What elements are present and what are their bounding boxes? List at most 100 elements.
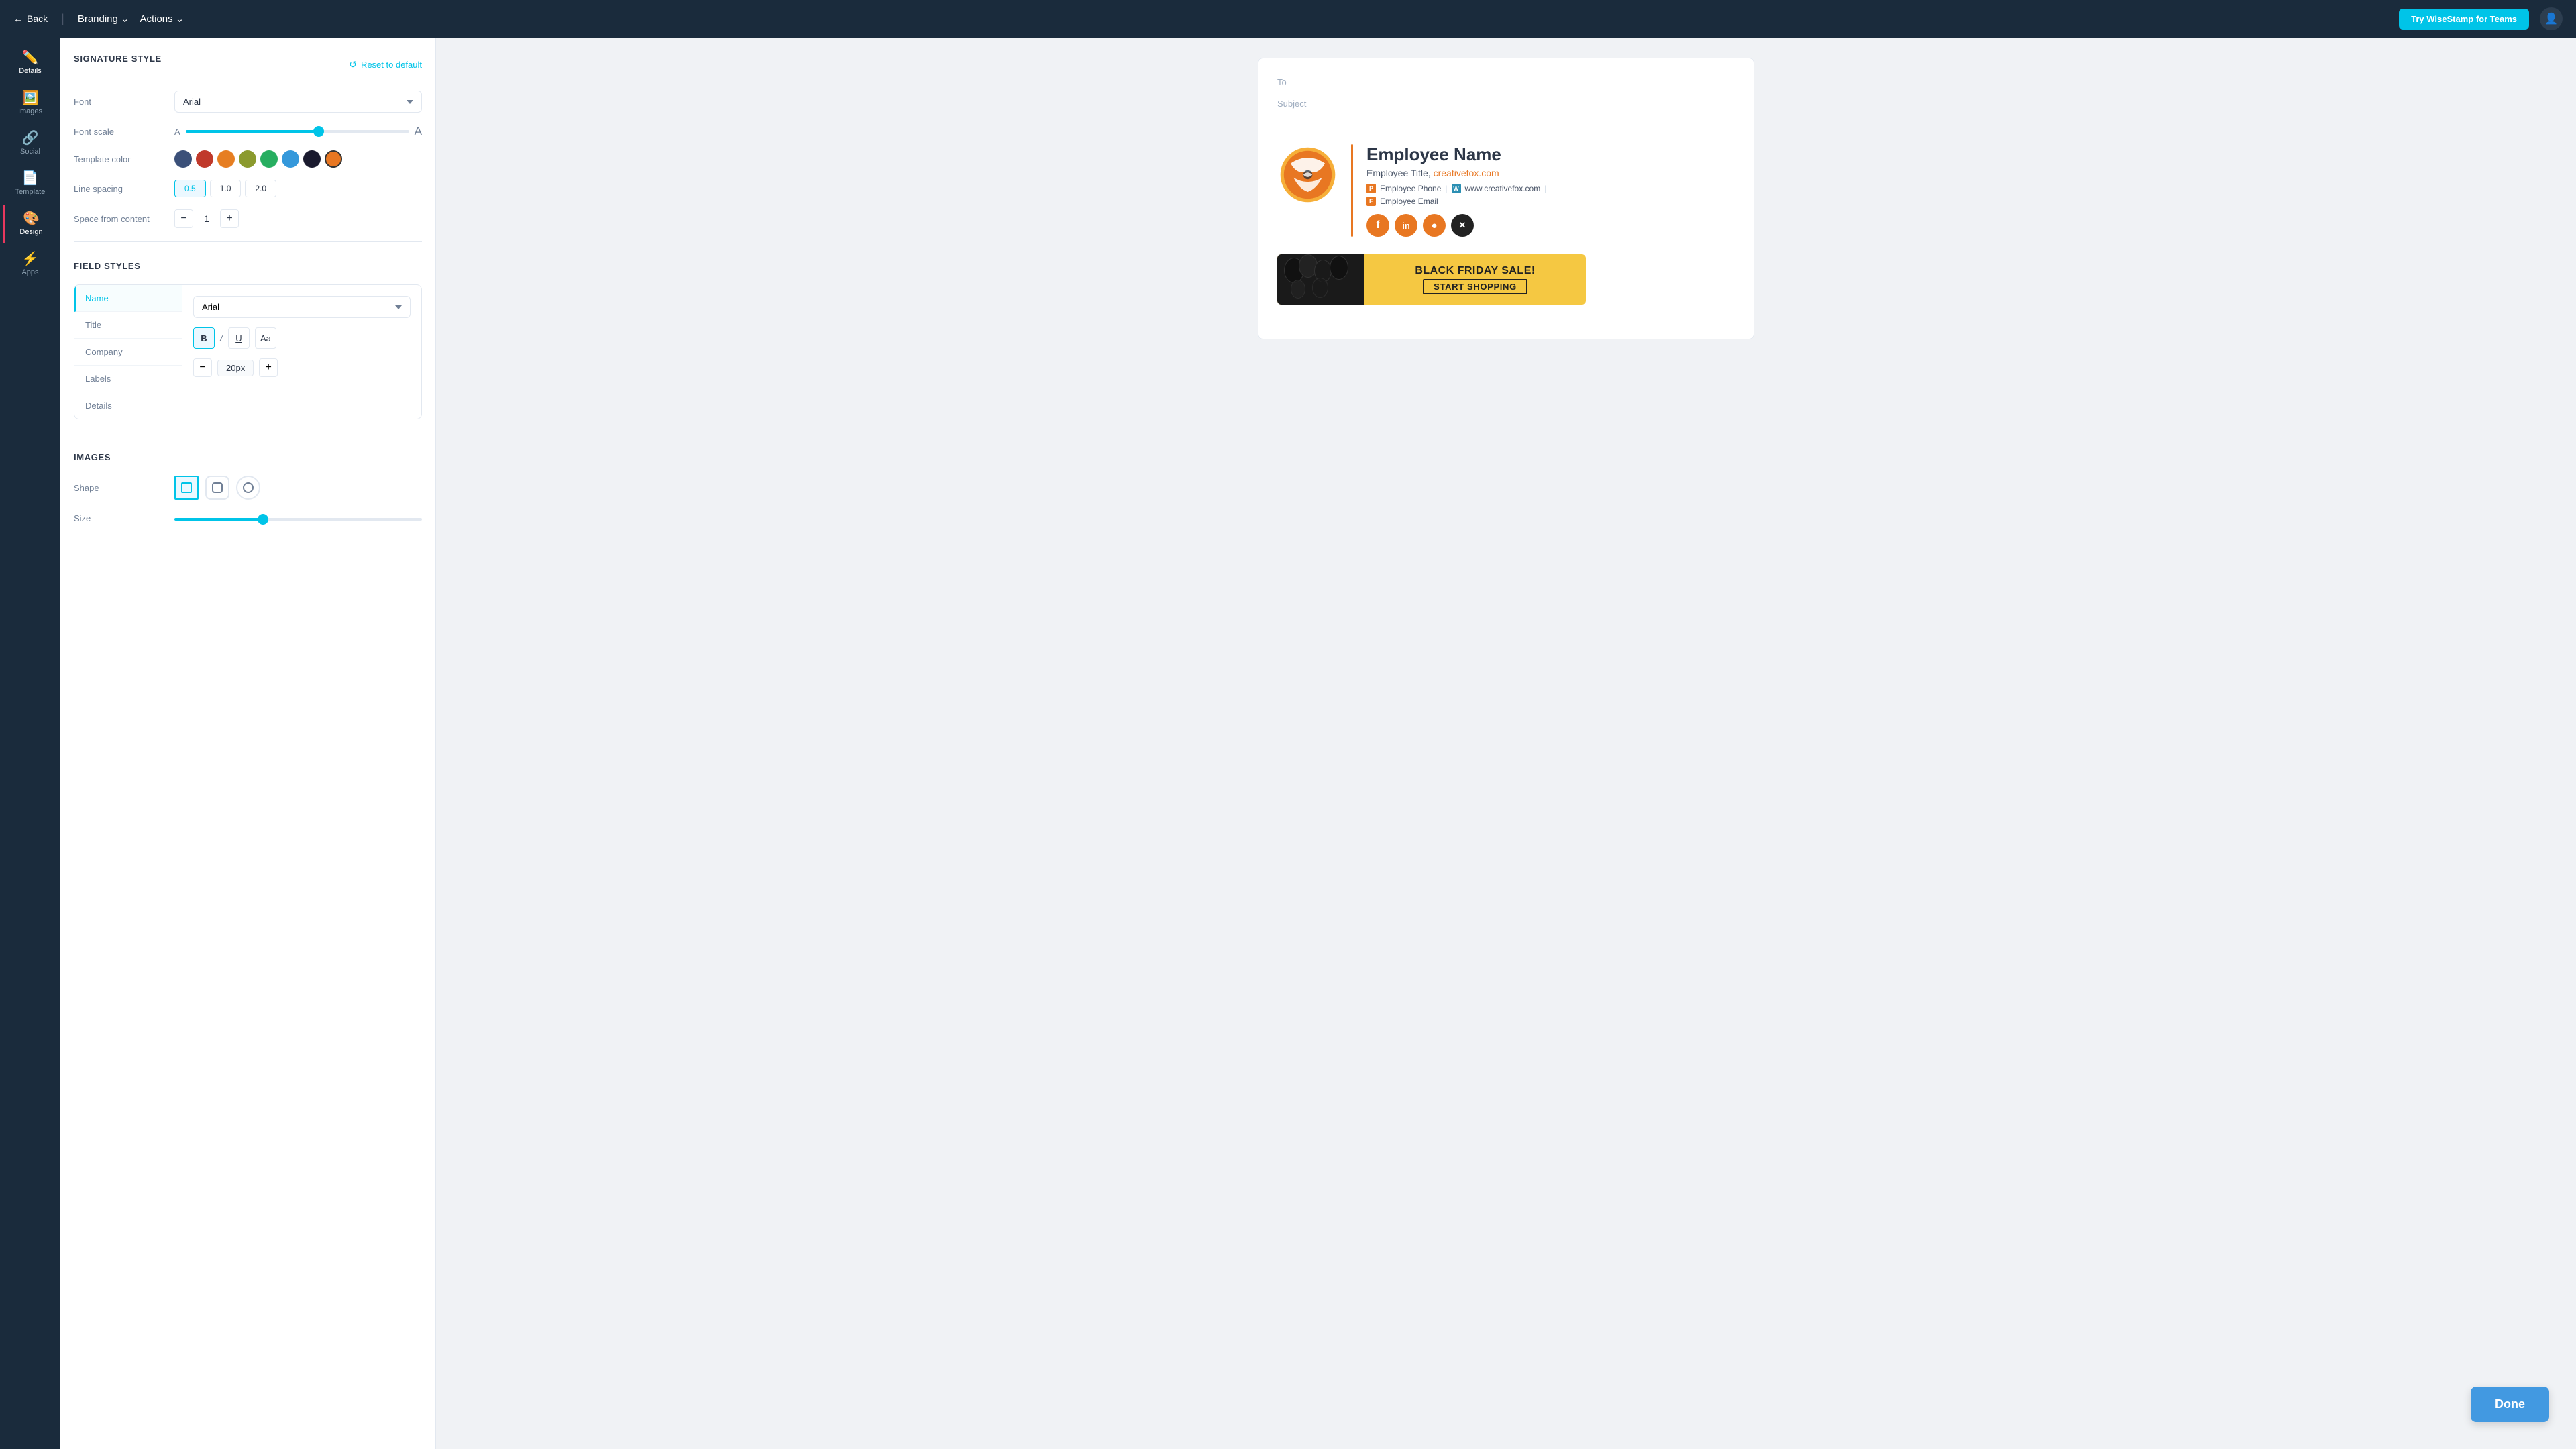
actions-menu-button[interactable]: Actions ⌄ xyxy=(140,13,184,25)
content-panel: SIGNATURE STYLE ↺ Reset to default Font … xyxy=(60,38,436,1449)
subject-field-label: Subject xyxy=(1277,99,1306,109)
field-item-details[interactable]: Details xyxy=(74,392,182,419)
font-scale-large-label: A xyxy=(415,125,422,138)
space-from-content-label: Space from content xyxy=(74,214,168,224)
font-scale-slider[interactable] xyxy=(186,130,409,133)
font-scale-row: Font scale A A xyxy=(74,125,422,138)
design-icon: 🎨 xyxy=(23,212,40,225)
branding-menu-button[interactable]: Branding ⌄ xyxy=(78,13,129,25)
font-size-increase-button[interactable]: + xyxy=(259,358,278,377)
company-logo-svg xyxy=(1279,146,1336,203)
italic-button[interactable]: / xyxy=(220,333,223,343)
color-swatch-green[interactable] xyxy=(260,150,278,168)
images-section: IMAGES Shape Size xyxy=(74,452,422,524)
case-button[interactable]: Aa xyxy=(255,327,276,349)
sidebar-item-apps[interactable]: ⚡ Apps xyxy=(3,246,57,283)
shape-rounded-button[interactable] xyxy=(205,476,229,500)
facebook-icon[interactable]: f xyxy=(1366,214,1389,237)
template-color-row: Template color xyxy=(74,150,422,168)
instagram-icon[interactable]: ● xyxy=(1423,214,1446,237)
employee-name: Employee Name xyxy=(1366,144,1735,165)
signature-divider-bar xyxy=(1351,144,1353,237)
try-wisestamp-button[interactable]: Try WiseStamp for Teams xyxy=(2399,9,2529,30)
rounded-icon xyxy=(212,482,223,493)
sidebar-item-details[interactable]: ✏️ Details xyxy=(3,44,57,82)
banner-balloons xyxy=(1277,254,1364,305)
user-avatar[interactable]: 👤 xyxy=(2540,7,2563,30)
size-label: Size xyxy=(74,513,168,523)
bold-button[interactable]: B xyxy=(193,327,215,349)
field-item-name[interactable]: Name xyxy=(74,285,182,312)
font-size-decrease-button[interactable]: − xyxy=(193,358,212,377)
sidebar-item-template[interactable]: 📄 Template xyxy=(3,165,57,203)
color-swatch-orange-selected[interactable] xyxy=(325,150,342,168)
text-format-buttons: B / U Aa xyxy=(193,327,411,349)
email-header-fields: To Subject xyxy=(1258,58,1754,121)
space-decrease-button[interactable]: − xyxy=(174,209,193,228)
space-from-content-row: Space from content − 1 + xyxy=(74,209,422,228)
promotional-banner: BLACK FRIDAY SALE! START SHOPPING xyxy=(1277,254,1586,305)
banner-headline: BLACK FRIDAY SALE! xyxy=(1415,265,1535,277)
to-field-row: To xyxy=(1277,72,1735,93)
spacing-btn-1-0[interactable]: 1.0 xyxy=(210,180,241,197)
images-icon: 🖼️ xyxy=(22,91,39,105)
signature-style-title: SIGNATURE STYLE xyxy=(74,54,162,64)
sidebar-item-images[interactable]: 🖼️ Images xyxy=(3,85,57,122)
field-styles-layout: Name Title Company Labels Details Arial … xyxy=(74,285,421,419)
signature-logo xyxy=(1277,144,1338,205)
field-item-labels[interactable]: Labels xyxy=(74,366,182,392)
color-swatch-dark-blue[interactable] xyxy=(174,150,192,168)
color-swatch-blue[interactable] xyxy=(282,150,299,168)
image-size-slider[interactable] xyxy=(174,518,422,521)
field-item-title[interactable]: Title xyxy=(74,312,182,339)
reset-default-button[interactable]: ↺ Reset to default xyxy=(349,59,422,70)
phone-icon: P xyxy=(1366,184,1376,193)
space-increase-button[interactable]: + xyxy=(220,209,239,228)
sidebar: ✏️ Details 🖼️ Images 🔗 Social 📄 Template… xyxy=(0,38,60,1449)
to-field-label: To xyxy=(1277,77,1287,87)
email-body: Employee Name Employee Title, creativefo… xyxy=(1258,121,1754,321)
social-icons-row: f in ● ✕ xyxy=(1366,214,1735,237)
email-preview-card: To Subject xyxy=(1258,58,1754,339)
shape-square-button[interactable] xyxy=(174,476,199,500)
employee-web-value: www.creativefox.com xyxy=(1465,184,1541,193)
shape-circle-button[interactable] xyxy=(236,476,260,500)
spacing-btn-0-5[interactable]: 0.5 xyxy=(174,180,206,197)
circle-icon xyxy=(243,482,254,493)
main-layout: ✏️ Details 🖼️ Images 🔗 Social 📄 Template… xyxy=(0,38,2576,1449)
banner-cta[interactable]: START SHOPPING xyxy=(1423,279,1527,294)
font-size-value: 20px xyxy=(217,360,254,376)
sidebar-item-social[interactable]: 🔗 Social xyxy=(3,125,57,162)
font-select[interactable]: Arial Helvetica Times New Roman Georgia xyxy=(174,91,422,113)
subject-field-row: Subject xyxy=(1277,93,1735,114)
spacing-btn-2-0[interactable]: 2.0 xyxy=(245,180,276,197)
twitter-x-icon[interactable]: ✕ xyxy=(1451,214,1474,237)
employee-website-link[interactable]: creativefox.com xyxy=(1434,168,1499,178)
social-icon: 🔗 xyxy=(22,131,39,145)
back-button[interactable]: ← Back xyxy=(13,13,48,24)
color-swatch-red[interactable] xyxy=(196,150,213,168)
underline-button[interactable]: U xyxy=(228,327,250,349)
color-swatch-dark[interactable] xyxy=(303,150,321,168)
sidebar-item-label-template: Template xyxy=(15,188,46,196)
field-item-company[interactable]: Company xyxy=(74,339,182,366)
field-styles-title: FIELD STYLES xyxy=(74,261,422,271)
line-spacing-row: Line spacing 0.5 1.0 2.0 xyxy=(74,180,422,197)
apps-icon: ⚡ xyxy=(22,252,39,266)
linkedin-icon[interactable]: in xyxy=(1395,214,1417,237)
color-swatch-orange[interactable] xyxy=(217,150,235,168)
font-scale-label: Font scale xyxy=(74,127,168,137)
font-row: Font Arial Helvetica Times New Roman Geo… xyxy=(74,91,422,113)
done-button[interactable]: Done xyxy=(2471,1387,2549,1422)
sidebar-item-design[interactable]: 🎨 Design xyxy=(3,205,57,243)
sidebar-item-label-design: Design xyxy=(19,228,42,236)
color-swatch-olive[interactable] xyxy=(239,150,256,168)
email-icon: E xyxy=(1366,197,1376,206)
top-navigation: ← Back | Branding ⌄ Actions ⌄ Try WiseSt… xyxy=(0,0,2576,38)
employee-title: Employee Title, creativefox.com xyxy=(1366,168,1735,178)
separator-1: | xyxy=(1445,184,1447,193)
font-size-stepper: − 20px + xyxy=(193,358,411,377)
signature-style-section: SIGNATURE STYLE ↺ Reset to default Font … xyxy=(74,54,422,228)
field-font-select[interactable]: Arial Helvetica Times New Roman xyxy=(193,296,411,318)
employee-email-row: E Employee Email xyxy=(1366,197,1735,206)
